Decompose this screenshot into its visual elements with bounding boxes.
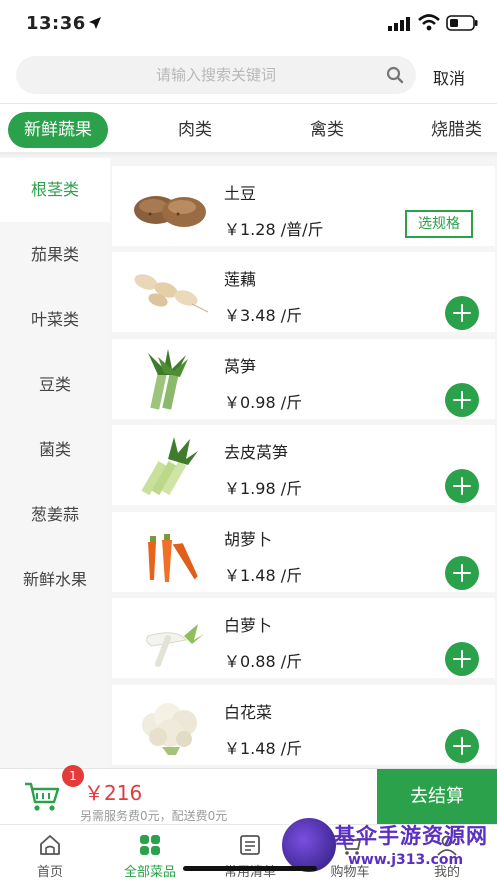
tab-roast-meat[interactable]: 烧腊类 <box>431 112 482 148</box>
product-name: 去皮莴笋 <box>224 443 289 462</box>
side-item-root-vegetables[interactable]: 根茎类 <box>0 158 110 222</box>
product-name: 白花菜 <box>224 703 273 722</box>
search-row: 取消 <box>0 56 497 96</box>
add-to-cart-button[interactable] <box>445 556 479 590</box>
product-card[interactable]: 白萝卜 ￥0.88 /斤 <box>112 598 495 678</box>
product-card[interactable]: 土豆 ￥1.28 /普/斤 选规格 <box>112 166 495 246</box>
side-item-fresh-fruit[interactable]: 新鲜水果 <box>0 548 110 612</box>
location-arrow-icon <box>89 17 101 29</box>
grid-icon <box>140 835 160 855</box>
search-box[interactable] <box>16 56 416 94</box>
home-icon <box>40 835 60 855</box>
product-name: 莴笋 <box>224 357 257 376</box>
product-price: ￥1.48 /斤 <box>224 739 303 758</box>
add-to-cart-button[interactable] <box>445 729 479 763</box>
cancel-button[interactable]: 取消 <box>433 65 465 89</box>
select-spec-button[interactable]: 选规格 <box>405 210 473 238</box>
add-to-cart-button[interactable] <box>445 296 479 330</box>
search-icon[interactable] <box>386 66 404 84</box>
celtuce-image <box>148 349 188 410</box>
status-bar: 13:36 <box>0 0 497 50</box>
divider <box>0 103 497 104</box>
product-price: ￥3.48 /斤 <box>224 306 303 325</box>
white-radish-image <box>146 624 204 667</box>
watermark-url: www.j313.com <box>348 852 464 868</box>
wifi-icon <box>418 14 440 31</box>
status-time: 13:36 <box>26 13 86 34</box>
product-card[interactable]: 莲藕 ￥3.48 /斤 <box>112 252 495 332</box>
category-tabs: 新鲜蔬果 肉类 禽类 烧腊类 <box>0 106 497 152</box>
product-card[interactable]: 胡萝卜 ￥1.48 /斤 <box>112 512 495 592</box>
side-item-mushrooms[interactable]: 菌类 <box>0 418 110 482</box>
tab-fresh-produce[interactable]: 新鲜蔬果 <box>8 112 108 148</box>
shopping-cart-icon[interactable] <box>24 781 60 813</box>
watermark-title: 基伞手游资源网 <box>334 824 488 848</box>
battery-icon <box>446 15 478 31</box>
product-list: 土豆 ￥1.28 /普/斤 选规格 莲藕 ￥3.48 /斤 莴笋 ￥0.98 /… <box>110 158 497 768</box>
home-indicator <box>183 866 317 871</box>
search-input[interactable] <box>16 56 416 94</box>
add-to-cart-button[interactable] <box>445 642 479 676</box>
side-item-beans[interactable]: 豆类 <box>0 353 110 417</box>
tab-label: 首页 <box>36 865 63 880</box>
potato-image <box>134 196 206 227</box>
product-name: 土豆 <box>224 184 257 203</box>
tab-meat[interactable]: 肉类 <box>178 112 212 148</box>
cart-total: ￥216 <box>84 781 143 805</box>
lotus-root-image <box>134 274 209 313</box>
add-to-cart-button[interactable] <box>445 469 479 503</box>
side-item-aromatics[interactable]: 葱姜蒜 <box>0 483 110 547</box>
signal-icon <box>388 17 410 31</box>
side-nav: 根茎类 茄果类 叶菜类 豆类 菌类 葱姜蒜 新鲜水果 <box>0 158 110 768</box>
tab-poultry[interactable]: 禽类 <box>310 112 344 148</box>
cauliflower-image <box>142 703 197 755</box>
product-price: ￥0.98 /斤 <box>224 393 303 412</box>
add-to-cart-button[interactable] <box>445 383 479 417</box>
cart-fee-note: 另需服务费0元，配送费0元 <box>80 809 228 823</box>
product-card[interactable]: 莴笋 ￥0.98 /斤 <box>112 339 495 419</box>
product-price: ￥0.88 /斤 <box>224 652 303 671</box>
peeled-celtuce-image <box>141 437 198 496</box>
product-card[interactable]: 白花菜 ￥1.48 /斤 <box>112 685 495 765</box>
product-name: 莲藕 <box>224 270 257 289</box>
tab-home[interactable]: 首页 <box>0 825 100 883</box>
product-name: 白萝卜 <box>224 616 273 635</box>
product-price: ￥1.48 /斤 <box>224 566 303 585</box>
tab-all-dishes[interactable]: 全部菜品 <box>100 825 200 883</box>
carrot-image <box>148 534 198 582</box>
product-name: 胡萝卜 <box>224 530 273 549</box>
cart-count-badge: 1 <box>62 765 84 787</box>
product-price: ￥1.28 /普/斤 <box>224 220 324 239</box>
side-item-leafy-greens[interactable]: 叶菜类 <box>0 288 110 352</box>
product-price: ￥1.98 /斤 <box>224 479 303 498</box>
side-item-nightshades[interactable]: 茄果类 <box>0 223 110 287</box>
product-card[interactable]: 去皮莴笋 ￥1.98 /斤 <box>112 425 495 505</box>
list-icon <box>240 835 260 855</box>
